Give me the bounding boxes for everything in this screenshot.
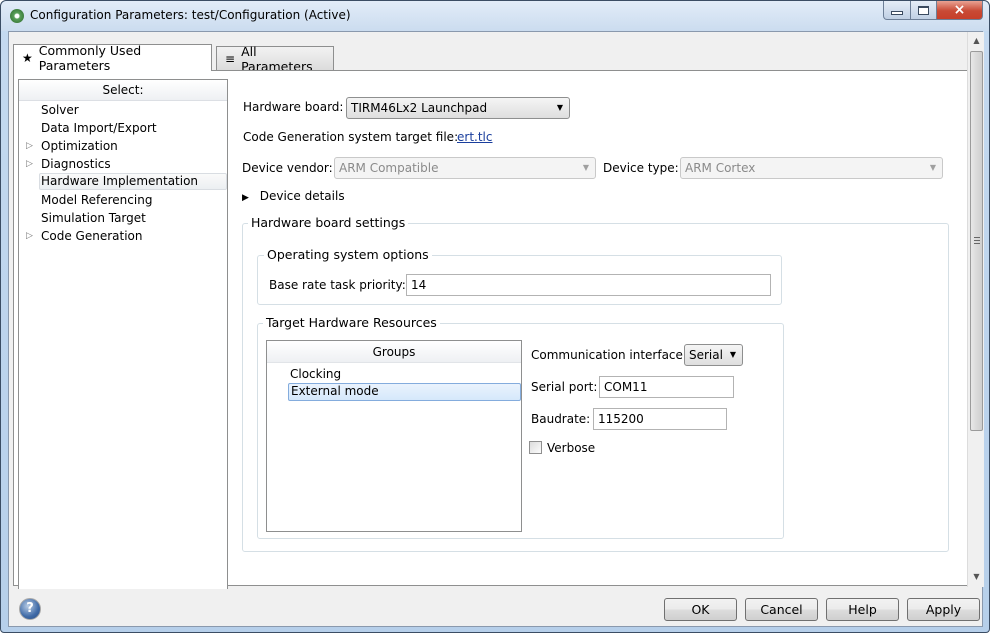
cancel-button[interactable]: Cancel [745,598,818,621]
expand-arrow-icon[interactable]: ▷ [26,227,33,245]
minimize-icon [891,11,903,15]
ok-button[interactable]: OK [664,598,737,621]
apply-button[interactable]: Apply [907,598,980,621]
communication-interface-value: Serial [689,348,723,362]
grip-icon [974,237,980,244]
tree-item-label: Model Referencing [41,193,153,207]
scroll-up-icon: ▲ [973,36,980,45]
communication-interface-label: Communication interface: [531,348,687,362]
hardware-board-value: TIRM46Lx2 Launchpad [351,101,488,115]
serial-port-label: Serial port: [531,380,598,394]
scroll-up-button[interactable]: ▲ [968,32,985,49]
help-button[interactable]: Help [826,598,899,621]
dropdown-arrow-icon: ▼ [582,163,589,172]
tab-label: All Parameters [241,43,313,74]
tree-item-optimization[interactable]: ▷ Optimization [19,137,227,155]
tree-item-diagnostics[interactable]: ▷ Diagnostics [19,155,227,173]
vertical-scrollbar[interactable]: ▲ ▼ [967,32,984,587]
maximize-icon [918,5,929,15]
expand-arrow-icon[interactable]: ▷ [26,155,33,173]
baudrate-label: Baudrate: [531,412,591,426]
group-title: Target Hardware Resources [263,315,440,330]
tree-item-solver[interactable]: Solver [19,101,227,119]
expand-arrow-icon[interactable]: ▷ [26,137,33,155]
device-vendor-value: ARM Compatible [339,161,439,175]
serial-port-input[interactable]: COM11 [599,376,734,398]
scroll-thumb[interactable] [970,51,983,431]
system-target-file-link[interactable]: ert.tlc [457,130,492,144]
device-details-toggle[interactable]: ▶ Device details [242,189,345,203]
hardware-board-label: Hardware board: [243,100,344,114]
groups-list: Groups Clocking External mode [266,340,522,532]
groups-header: Groups [267,341,521,363]
window-controls: × [883,1,983,21]
tab-all-parameters[interactable]: ≡ All Parameters [216,44,334,74]
tree-item-label: Data Import/Export [41,121,157,135]
tab-label: Commonly Used Parameters [38,43,142,73]
tree-header: Select: [19,80,227,101]
device-details-label: Device details [259,189,345,203]
tree-item-hardware-implementation[interactable]: Hardware Implementation [19,173,227,191]
dropdown-arrow-icon: ▼ [929,163,936,172]
device-type-dropdown[interactable]: ARM Cortex ▼ [680,157,943,179]
baudrate-input[interactable]: 115200 [593,408,727,430]
group-title: Operating system options [264,247,432,262]
tree-item-model-referencing[interactable]: Model Referencing [19,191,227,209]
tab-commonly-used-parameters[interactable]: ★ Commonly Used Parameters [13,43,212,73]
tree-item-simulation-target[interactable]: Simulation Target [19,209,227,227]
verbose-checkbox[interactable] [529,441,542,454]
tree-item-label: Diagnostics [41,157,111,171]
base-rate-priority-label: Base rate task priority: [269,278,406,292]
codegen-target-label: Code Generation system target file: [243,130,459,144]
tree-item-label: Hardware Implementation [39,173,227,190]
scroll-down-button[interactable]: ▼ [968,568,985,585]
tree-item-label: Solver [41,103,79,117]
base-rate-priority-input[interactable]: 14 [406,274,771,296]
star-icon: ★ [22,51,33,65]
dropdown-arrow-icon: ▼ [556,103,563,112]
expand-triangle-icon: ▶ [242,193,249,203]
simulink-config-icon [10,9,24,23]
hardware-board-settings-group: Hardware board settings Operating system… [242,215,949,552]
close-button[interactable]: × [937,1,983,20]
verbose-label[interactable]: Verbose [547,441,595,455]
dialog-client-area: ★ Commonly Used Parameters ≡ All Paramet… [8,31,984,627]
tree-item-code-generation[interactable]: ▷ Code Generation [19,227,227,245]
target-hardware-resources-group: Target Hardware Resources Groups Clockin… [257,315,784,539]
dropdown-arrow-icon: ▼ [729,350,736,359]
device-type-value: ARM Cortex [685,161,756,175]
maximize-button[interactable] [911,1,937,20]
help-icon[interactable]: ? [19,598,41,620]
operating-system-options-group: Operating system options Base rate task … [257,247,782,305]
scroll-down-icon: ▼ [973,572,980,581]
tree-item-data-import-export[interactable]: Data Import/Export [19,119,227,137]
group-title: Hardware board settings [248,215,409,230]
tree-item-label: Simulation Target [41,211,146,225]
device-type-label: Device type: [603,161,679,175]
device-vendor-dropdown[interactable]: ARM Compatible ▼ [334,157,596,179]
category-tree: Select: Solver Data Import/Export ▷ Optim… [18,79,228,589]
title-bar[interactable]: Configuration Parameters: test/Configura… [1,1,989,31]
communication-interface-dropdown[interactable]: Serial ▼ [684,344,743,366]
close-icon: × [953,2,966,18]
group-item-clocking[interactable]: Clocking [288,366,521,384]
tab-content-pane: Select: Solver Data Import/Export ▷ Optim… [13,70,970,589]
configuration-parameters-window: Configuration Parameters: test/Configura… [0,0,990,633]
minimize-button[interactable] [883,1,911,20]
tree-item-label: Optimization [41,139,118,153]
device-vendor-label: Device vendor: [242,161,333,175]
tree-item-label: Code Generation [41,229,143,243]
hardware-board-dropdown[interactable]: TIRM46Lx2 Launchpad ▼ [346,97,570,119]
group-item-external-mode[interactable]: External mode [288,383,521,401]
window-title: Configuration Parameters: test/Configura… [30,8,351,22]
list-icon: ≡ [225,51,236,66]
